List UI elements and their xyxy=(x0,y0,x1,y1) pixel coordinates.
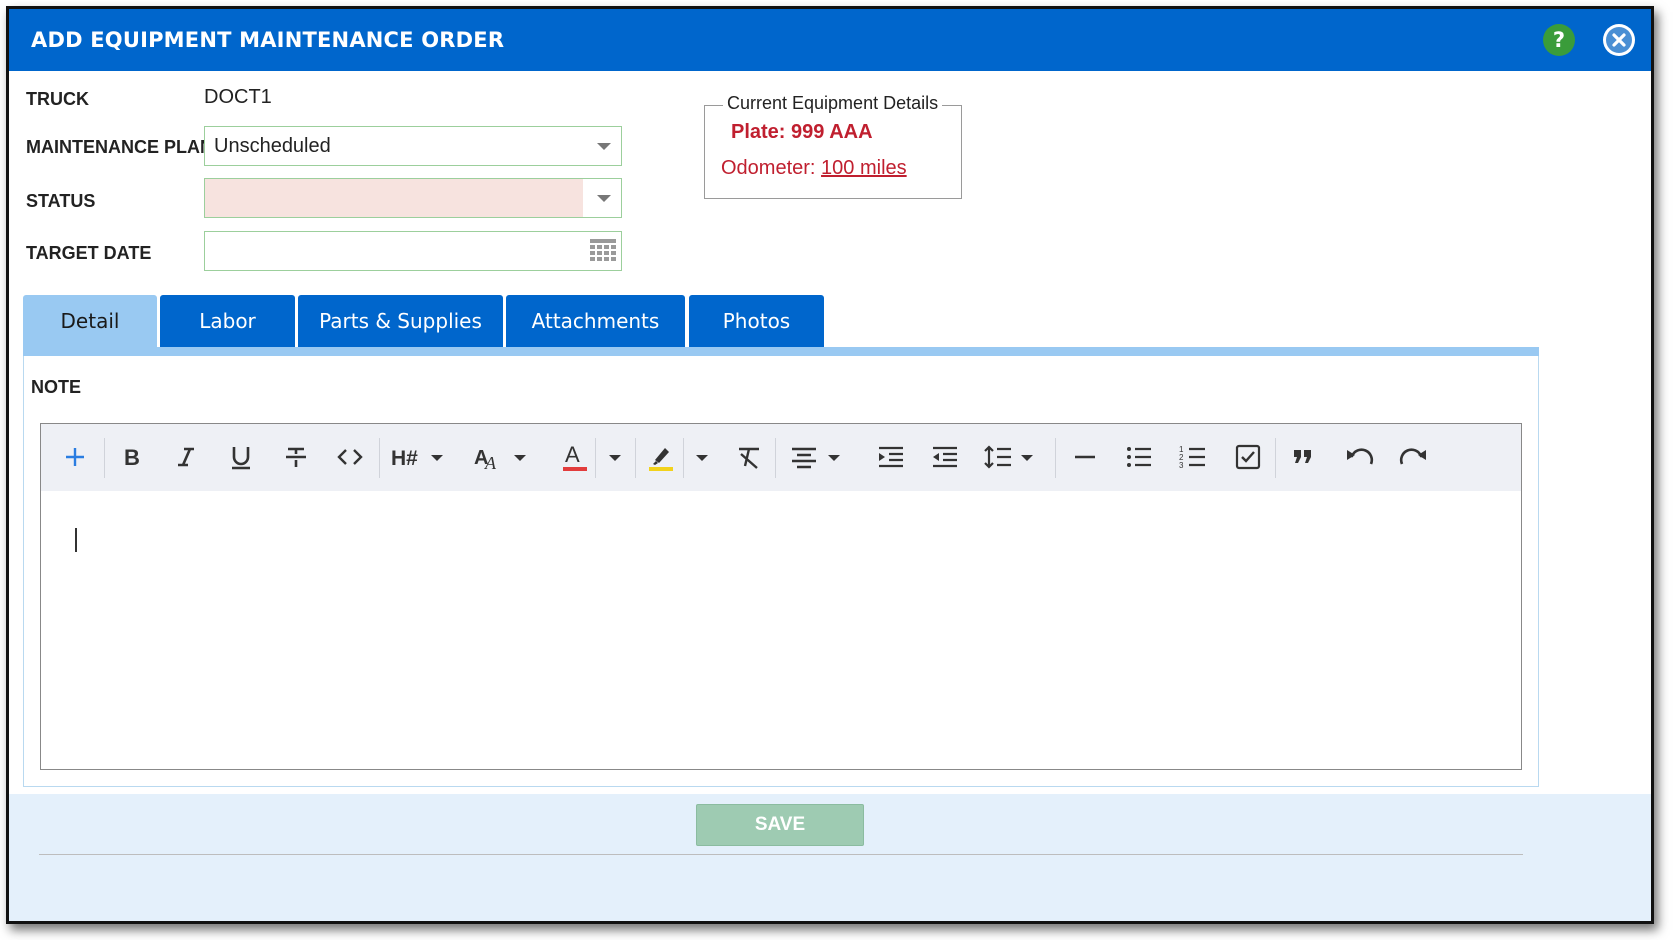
strikethrough-icon[interactable] xyxy=(283,440,309,474)
footer-divider xyxy=(39,854,1523,855)
plate-text: Plate: 999 AAA xyxy=(731,121,873,143)
heading-icon[interactable]: H# xyxy=(391,440,447,474)
indent-icon[interactable] xyxy=(877,440,905,474)
chevron-down-icon[interactable] xyxy=(607,440,623,474)
calendar-icon[interactable] xyxy=(590,239,616,267)
text-cursor xyxy=(75,528,77,552)
plus-icon[interactable] xyxy=(63,440,87,474)
italic-icon[interactable] xyxy=(175,440,197,474)
text-color-icon[interactable]: A xyxy=(561,440,589,474)
bullet-list-icon[interactable] xyxy=(1125,440,1153,474)
clear-format-icon[interactable] xyxy=(735,440,763,474)
chevron-down-icon[interactable] xyxy=(597,143,611,150)
truck-label: TRUCK xyxy=(26,89,89,109)
editor-toolbar: B H# AA A 1 2 3 xyxy=(41,424,1521,491)
help-icon[interactable]: ? xyxy=(1543,24,1575,56)
horizontal-rule-icon[interactable] xyxy=(1073,440,1097,474)
odometer-link[interactable]: 100 miles xyxy=(821,157,907,179)
truck-value: DOCT1 xyxy=(204,86,272,108)
target-date-input[interactable] xyxy=(204,231,622,271)
outdent-icon[interactable] xyxy=(931,440,959,474)
svg-text:3: 3 xyxy=(1179,461,1184,470)
code-icon[interactable] xyxy=(336,440,364,474)
svg-text:H#: H# xyxy=(391,447,418,470)
maintenance-order-dialog: ADD EQUIPMENT MAINTENANCE ORDER ? TRUCK … xyxy=(6,6,1654,924)
status-select[interactable] xyxy=(204,178,622,218)
close-icon[interactable] xyxy=(1603,24,1635,56)
tab-underline xyxy=(23,347,1539,356)
equipment-details-box xyxy=(704,105,962,199)
maintenance-plan-label: MAINTENANCE PLAN xyxy=(26,137,213,157)
dialog-titlebar: ADD EQUIPMENT MAINTENANCE ORDER ? xyxy=(9,9,1651,71)
checklist-icon[interactable] xyxy=(1234,440,1262,474)
save-button[interactable]: SAVE xyxy=(696,804,864,846)
svg-text:B: B xyxy=(124,445,140,470)
undo-icon[interactable] xyxy=(1344,440,1374,474)
font-size-icon[interactable]: AA xyxy=(474,440,530,474)
bold-icon[interactable]: B xyxy=(121,440,143,474)
tab-photos[interactable]: Photos xyxy=(689,295,824,347)
target-date-label: TARGET DATE xyxy=(26,243,152,263)
dialog-title: ADD EQUIPMENT MAINTENANCE ORDER xyxy=(31,28,505,52)
highlight-icon[interactable] xyxy=(647,440,675,474)
underline-icon[interactable] xyxy=(229,440,253,474)
tab-parts-supplies[interactable]: Parts & Supplies xyxy=(298,295,503,347)
chevron-down-icon[interactable] xyxy=(694,440,710,474)
align-center-icon[interactable] xyxy=(790,440,846,474)
odometer-text: Odometer: 100 miles xyxy=(721,157,907,179)
equipment-details-legend: Current Equipment Details xyxy=(723,93,943,114)
note-editor[interactable]: B H# AA A 1 2 3 xyxy=(40,423,1522,770)
note-label: NOTE xyxy=(31,377,82,397)
svg-text:A: A xyxy=(565,442,580,467)
maintenance-plan-value: Unscheduled xyxy=(214,135,331,157)
line-height-icon[interactable] xyxy=(983,440,1039,474)
status-label: STATUS xyxy=(26,191,96,211)
tab-labor[interactable]: Labor xyxy=(160,295,295,347)
chevron-down-icon[interactable] xyxy=(597,195,611,202)
maintenance-plan-select[interactable]: Unscheduled xyxy=(204,126,622,166)
blockquote-icon[interactable] xyxy=(1291,440,1317,474)
svg-text:A: A xyxy=(484,453,497,473)
tab-detail[interactable]: Detail xyxy=(23,295,157,347)
redo-icon[interactable] xyxy=(1399,440,1429,474)
tab-attachments[interactable]: Attachments xyxy=(506,295,685,347)
numbered-list-icon[interactable]: 123 xyxy=(1179,440,1207,474)
